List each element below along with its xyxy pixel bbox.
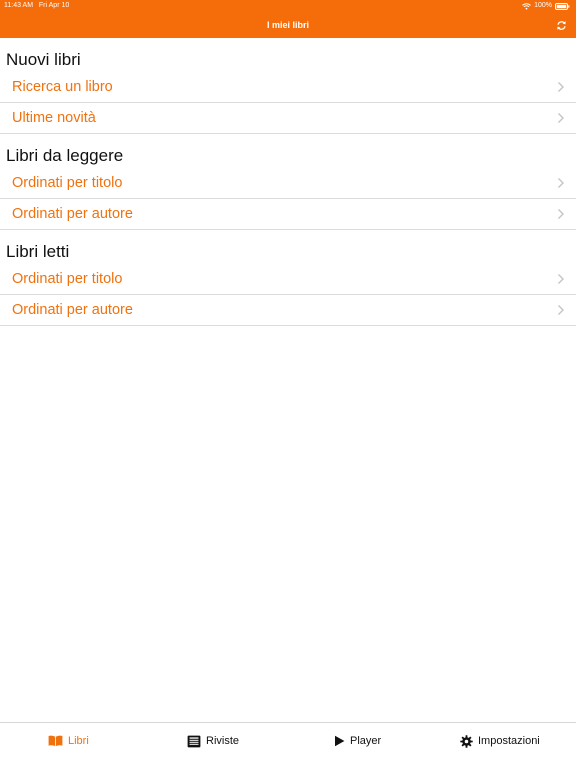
battery-percentage: 100% bbox=[534, 2, 552, 9]
wifi-icon bbox=[522, 2, 531, 10]
chevron-right-icon bbox=[558, 178, 564, 188]
chevron-right-icon bbox=[558, 209, 564, 219]
tab-riviste[interactable]: Riviste bbox=[187, 723, 239, 759]
status-indicators: 100% bbox=[522, 0, 570, 12]
page-title: I miei libri bbox=[266, 20, 309, 30]
section-header-libri-da-leggere: Libri da leggere bbox=[0, 134, 576, 168]
row-label: Ricerca un libro bbox=[12, 79, 113, 95]
row-letti-per-titolo[interactable]: Ordinati per titolo bbox=[0, 264, 576, 295]
play-icon bbox=[335, 735, 345, 747]
tab-label: Riviste bbox=[206, 735, 240, 747]
row-ricerca-libro[interactable]: Ricerca un libro bbox=[0, 72, 576, 103]
row-label: Ordinati per titolo bbox=[12, 175, 123, 191]
status-time: 11:43 AM bbox=[4, 2, 34, 9]
tab-label: Player bbox=[350, 735, 382, 747]
newspaper-icon bbox=[187, 735, 201, 747]
chevron-right-icon bbox=[558, 305, 564, 315]
status-time-date: 11:43 AM Fri Apr 10 bbox=[4, 0, 69, 12]
navigation-header: 11:43 AM Fri Apr 10 100% I miei libri bbox=[0, 0, 576, 38]
section-title: Nuovi libri bbox=[6, 50, 81, 69]
status-date: Fri Apr 10 bbox=[38, 2, 70, 9]
row-label: Ordinati per autore bbox=[12, 302, 133, 318]
row-label: Ordinati per autore bbox=[12, 206, 133, 222]
row-letti-per-autore[interactable]: Ordinati per autore bbox=[0, 295, 576, 326]
tab-label: Impostazioni bbox=[478, 735, 540, 747]
tab-player[interactable]: Player bbox=[334, 723, 381, 759]
battery-icon bbox=[555, 2, 570, 10]
tab-bar: Libri Riviste Player Impostazioni bbox=[0, 722, 576, 768]
row-label: Ultime novità bbox=[12, 110, 96, 126]
app-screen: 11:43 AM Fri Apr 10 100% I miei libri Nu… bbox=[0, 0, 576, 768]
row-da-leggere-per-autore[interactable]: Ordinati per autore bbox=[0, 199, 576, 230]
library-list: Nuovi libri Ricerca un libro Ultime novi… bbox=[0, 38, 576, 326]
section-title: Libri da leggere bbox=[6, 146, 124, 165]
chevron-right-icon bbox=[558, 82, 564, 92]
tab-impostazioni[interactable]: Impostazioni bbox=[460, 723, 540, 759]
chevron-right-icon bbox=[558, 113, 564, 123]
tab-label: Libri bbox=[68, 735, 89, 747]
row-label: Ordinati per titolo bbox=[12, 271, 123, 287]
gear-icon bbox=[460, 734, 473, 748]
row-ultime-novita[interactable]: Ultime novità bbox=[0, 103, 576, 134]
row-da-leggere-per-titolo[interactable]: Ordinati per titolo bbox=[0, 168, 576, 199]
section-header-nuovi-libri: Nuovi libri bbox=[0, 38, 576, 72]
section-header-libri-letti: Libri letti bbox=[0, 230, 576, 264]
refresh-icon bbox=[556, 20, 566, 30]
refresh-button[interactable] bbox=[554, 18, 568, 32]
status-bar: 11:43 AM Fri Apr 10 100% bbox=[0, 0, 576, 12]
section-title: Libri letti bbox=[6, 242, 70, 261]
book-icon bbox=[48, 735, 63, 747]
chevron-right-icon bbox=[558, 274, 564, 284]
tab-libri[interactable]: Libri bbox=[48, 723, 89, 759]
